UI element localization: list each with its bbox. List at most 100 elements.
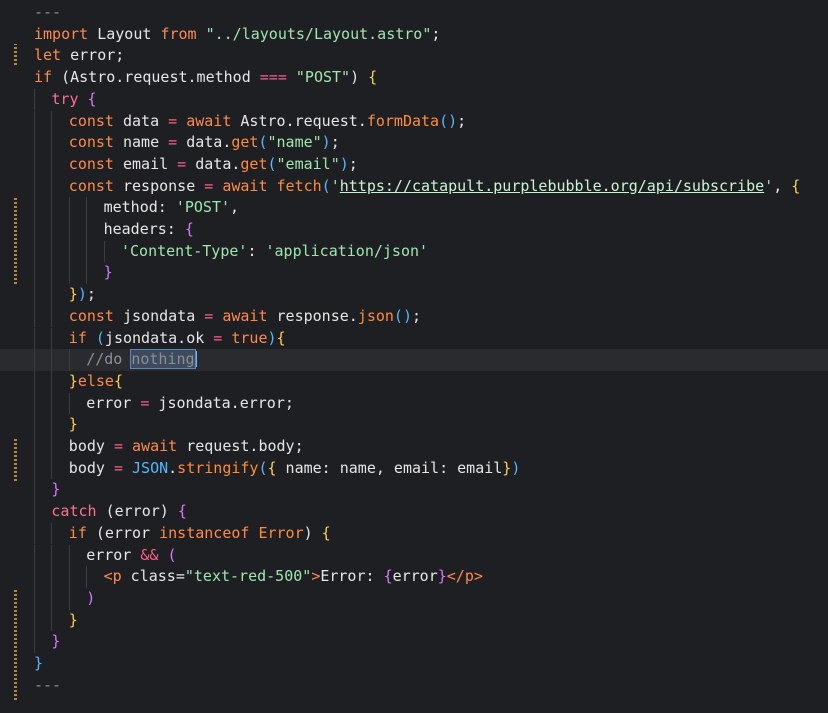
code-line[interactable]: method: 'POST', [0,197,828,219]
code-text: const data = await Astro.request.formDat… [69,111,466,133]
code-token: jsondata.error; [149,393,294,412]
indent-guide [34,327,35,350]
code-line[interactable]: --- [0,2,828,24]
code-token: from [160,24,197,43]
code-line[interactable]: headers: { [0,219,828,241]
code-line[interactable]: } [0,262,828,285]
code-line[interactable]: const jsondata = await response.json(); [0,305,828,328]
code-text: <p class="text-red-500">Error: {error}</… [104,566,483,588]
indent-guide [51,414,53,436]
code-line[interactable]: const response = await fetch('https://ca… [0,175,828,198]
code-line[interactable]: if (jsondata.ok = true){ [0,327,828,350]
code-line[interactable]: ) [0,587,828,610]
indent-guide [51,544,53,567]
code-line[interactable]: try { [0,88,828,111]
code-line[interactable]: } [0,609,828,632]
code-token: { [321,523,331,542]
code-token: error; [61,46,125,65]
code-line[interactable]: if (Astro.request.method === "POST") { [0,67,828,89]
selected-text: nothing [130,349,196,370]
indent-guide [34,110,35,133]
code-token: } [103,263,113,282]
code-line[interactable]: error && ( [0,544,828,567]
code-token: = [168,111,178,130]
indent-guide [68,262,70,285]
code-text: import Layout from "../layouts/Layout.as… [34,24,440,46]
indent-guide [34,370,35,393]
code-token: = [168,133,178,152]
code-line[interactable]: --- [0,675,828,697]
code-token: <p [103,567,122,586]
indent-guide [51,262,53,285]
code-line[interactable]: const data = await Astro.request.formDat… [0,110,828,133]
code-token: } [51,632,61,651]
code-token: response. [267,306,358,325]
code-text: if (Astro.request.method === "POST") { [34,67,377,89]
code-text: body = await request.body; [69,436,304,458]
code-token: ' [764,176,774,195]
code-line[interactable]: body = JSON.stringify({ name: name, emai… [0,457,828,480]
indent-guide [51,132,53,154]
code-line[interactable]: const name = data.get("name"); [0,132,828,154]
code-token: error [86,393,141,412]
code-text: } [69,610,78,632]
code-line[interactable]: }else{ [0,370,828,393]
code-line[interactable]: } [0,479,828,502]
code-token: { [368,68,378,87]
code-token: JSON [132,458,169,477]
code-text: method: 'POST', [104,197,239,219]
code-line[interactable]: 'Content-Type': 'application/json' [0,240,828,263]
code-token: ) [77,285,87,304]
code-line[interactable]: if (error instanceof Error) { [0,522,828,545]
code-line[interactable]: }); [0,284,828,306]
indent-guide [68,349,70,371]
indent-guide [51,436,53,458]
indent-guide [68,197,70,219]
code-line[interactable]: } [0,653,828,675]
code-line[interactable]: let error; [0,45,828,67]
indent-guide [51,197,53,219]
indent-guide [51,587,53,610]
code-text: const jsondata = await response.json(); [69,306,421,328]
code-token: ) [303,523,322,542]
code-token: ' [330,176,340,195]
code-token: await [132,437,178,455]
code-token: && [140,545,159,564]
code-token: await [222,176,268,195]
code-line[interactable]: <p class="text-red-500">Error: {error}</… [0,566,828,588]
code-token: () [393,306,412,325]
code-token: headers: [103,220,185,238]
code-line[interactable]: //do nothing [0,349,828,371]
code-token: > [311,567,321,586]
code-token: data. [186,154,241,173]
indent-guide [68,219,70,241]
code-line[interactable]: error = jsondata.error; [0,392,828,415]
indent-guide [51,349,53,371]
code-token: = [113,458,123,477]
code-token: formData [366,111,440,130]
code-token: ( [321,176,331,195]
code-line[interactable]: catch (error) { [0,501,828,523]
code-token: "../layouts/Layout.astro" [205,24,432,43]
code-line[interactable]: import Layout from "../layouts/Layout.as… [0,24,828,46]
code-line[interactable]: } [0,414,828,436]
indent-guide [34,479,35,502]
code-line[interactable]: const email = data.get("email"); [0,153,828,176]
code-token: "text-red-500" [184,567,312,586]
code-token: === [259,68,287,87]
code-token: ) [511,458,521,477]
indent-guide [51,153,53,176]
code-line[interactable]: body = await request.body; [0,436,828,458]
code-editor[interactable]: --- import Layout from "../layouts/Layout… [0,0,828,713]
code-text: body = JSON.stringify({ name: name, emai… [69,458,521,480]
code-token: ; [457,111,467,130]
code-line[interactable]: } [0,631,828,653]
indent-guide [51,392,53,415]
code-text: catch (error) { [51,501,186,523]
indent-guide [34,566,35,588]
indent-guide [34,349,35,371]
indent-guide [34,392,35,415]
indent-guide [51,284,53,306]
